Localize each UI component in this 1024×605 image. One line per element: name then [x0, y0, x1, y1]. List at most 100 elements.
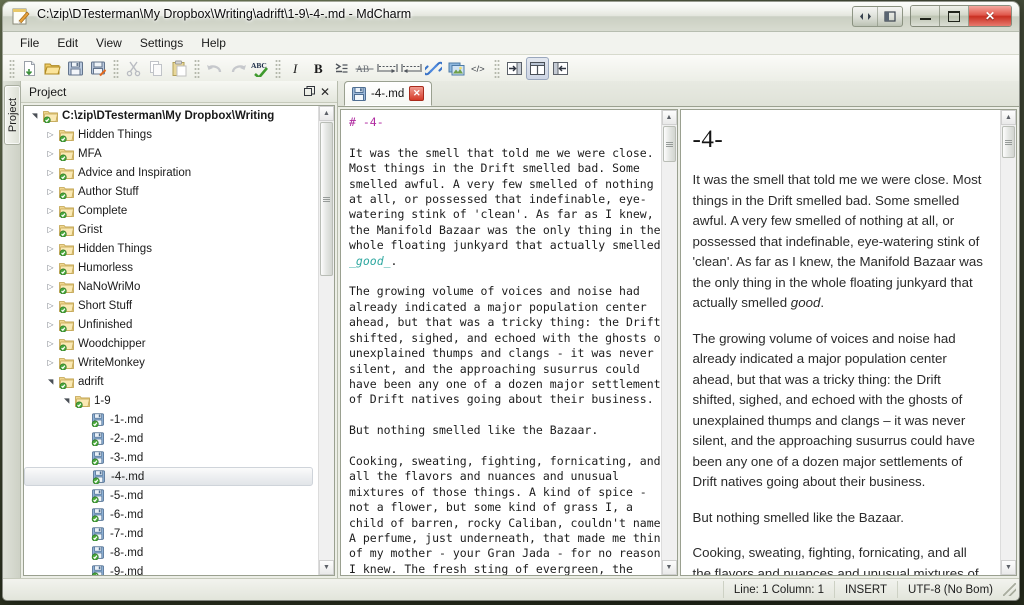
tree-folder-row[interactable]: ▷ MFA — [24, 144, 319, 163]
toolbar-grip-5[interactable] — [494, 58, 500, 79]
navigate-icon[interactable] — [853, 6, 878, 26]
tree-folder-row[interactable]: ◢ C:\zip\DTesterman\My Dropbox\Writing — [24, 106, 319, 125]
paste-icon[interactable] — [168, 57, 191, 80]
tree-expand-arrow-icon[interactable]: ▷ — [44, 187, 57, 196]
tab-close-icon[interactable]: ✕ — [409, 86, 425, 101]
preview-scroll-down-button[interactable]: ▼ — [1001, 560, 1016, 575]
tree-file-row[interactable]: -2-.md — [24, 429, 319, 448]
copy-icon[interactable] — [145, 57, 168, 80]
source-editor-text[interactable]: # -4- It was the smell that told me we w… — [341, 110, 662, 575]
snap-icon[interactable] — [878, 6, 902, 26]
tree-folder-row[interactable]: ▷ Short Stuff — [24, 296, 319, 315]
editor-line: silent, and the approaching susurrus cou… — [349, 361, 640, 376]
tree-expand-arrow-icon[interactable]: ▷ — [44, 282, 57, 291]
tree-collapse-arrow-icon[interactable]: ◢ — [31, 109, 39, 122]
editor-only-view-icon[interactable] — [503, 57, 526, 80]
menu-edit[interactable]: Edit — [48, 33, 87, 53]
editor-scroll-down-button[interactable]: ▼ — [661, 560, 677, 575]
tree-folder-row[interactable]: ▷ Unfinished — [24, 315, 319, 334]
tree-expand-arrow-icon[interactable]: ▷ — [44, 339, 57, 348]
editor-line: . — [390, 253, 398, 268]
insert-code-icon[interactable]: </> — [468, 57, 491, 80]
tree-file-row[interactable]: -6-.md — [24, 505, 319, 524]
tree-folder-row[interactable]: ▷ Woodchipper — [24, 334, 319, 353]
tree-file-row[interactable]: -1-.md — [24, 410, 319, 429]
float-window-icon[interactable] — [301, 84, 317, 100]
save-as-icon[interactable] — [87, 57, 110, 80]
tree-expand-arrow-icon[interactable]: ▷ — [44, 320, 57, 329]
tree-folder-row[interactable]: ◢ adrift — [24, 372, 319, 391]
tree-folder-row[interactable]: ▷ Grist — [24, 220, 319, 239]
editor-scroll-up-button[interactable]: ▲ — [661, 110, 677, 125]
preview-only-view-icon[interactable] — [549, 57, 572, 80]
editor-scrollbar[interactable]: ▲ ▼ — [660, 110, 677, 575]
italic-icon[interactable]: I — [284, 57, 307, 80]
tree-folder-row[interactable]: ▷ Advice and Inspiration — [24, 163, 319, 182]
new-file-icon[interactable] — [18, 57, 41, 80]
tree-expand-arrow-icon[interactable]: ▷ — [44, 168, 57, 177]
spellcheck-icon[interactable]: ABC — [249, 57, 272, 80]
bold-icon[interactable]: B — [307, 57, 330, 80]
save-icon[interactable] — [64, 57, 87, 80]
indent-icon[interactable] — [399, 57, 422, 80]
tree-folder-row[interactable]: ▷ Humorless — [24, 258, 319, 277]
tree-folder-row[interactable]: ▷ Complete — [24, 201, 319, 220]
tree-expand-arrow-icon[interactable]: ▷ — [44, 225, 57, 234]
tree-expand-arrow-icon[interactable]: ▷ — [44, 263, 57, 272]
tree-file-row[interactable]: -7-.md — [24, 524, 319, 543]
tree-expand-arrow-icon[interactable]: ▷ — [44, 130, 57, 139]
minimize-button[interactable] — [911, 6, 940, 26]
tree-expand-arrow-icon[interactable]: ▷ — [44, 358, 57, 367]
preview-scroll-thumb[interactable] — [1002, 126, 1015, 158]
tree-folder-row[interactable]: ▷ Hidden Things — [24, 125, 319, 144]
preview-scrollbar[interactable]: ▲ ▼ — [1000, 110, 1016, 575]
scroll-up-button[interactable]: ▲ — [319, 106, 334, 121]
tree-file-row[interactable]: -4-.md — [24, 467, 313, 486]
editor-scroll-thumb[interactable] — [662, 126, 676, 162]
toolbar-grip-4[interactable] — [275, 58, 281, 79]
tree-file-row[interactable]: -9-.md — [24, 562, 319, 575]
insert-image-icon[interactable] — [445, 57, 468, 80]
tree-folder-row[interactable]: ▷ Author Stuff — [24, 182, 319, 201]
menu-help[interactable]: Help — [192, 33, 235, 53]
strikethrough-icon[interactable]: AB — [353, 57, 376, 80]
tree-folder-row[interactable]: ▷ NaNoWriMo — [24, 277, 319, 296]
tree-collapse-arrow-icon[interactable]: ◢ — [63, 394, 71, 407]
resize-grip[interactable] — [1003, 583, 1016, 596]
horizontal-rule-icon[interactable] — [376, 57, 399, 80]
tree-expand-arrow-icon[interactable]: ▷ — [44, 244, 57, 253]
close-panel-icon[interactable]: ✕ — [317, 84, 333, 100]
insert-link-icon[interactable] — [422, 57, 445, 80]
tree-folder-row[interactable]: ▷ WriteMonkey — [24, 353, 319, 372]
close-button[interactable]: ✕ — [969, 6, 1011, 26]
tree-file-row[interactable]: -8-.md — [24, 543, 319, 562]
redo-icon[interactable] — [226, 57, 249, 80]
toolbar-grip[interactable] — [9, 58, 15, 79]
tree-expand-arrow-icon[interactable]: ▷ — [44, 149, 57, 158]
preview-scroll-up-button[interactable]: ▲ — [1001, 110, 1016, 125]
toolbar-grip-3[interactable] — [194, 58, 200, 79]
tree-expand-arrow-icon[interactable]: ▷ — [44, 301, 57, 310]
tab-file-4-md[interactable]: -4-.md ✕ — [344, 81, 433, 106]
tree-folder-row[interactable]: ◢ 1-9 — [24, 391, 319, 410]
dock-tab-project[interactable]: Project — [4, 85, 21, 145]
scroll-down-button[interactable]: ▼ — [319, 560, 334, 575]
scroll-thumb[interactable] — [320, 122, 333, 276]
open-folder-icon[interactable] — [41, 57, 64, 80]
tree-folder-row[interactable]: ▷ Hidden Things — [24, 239, 319, 258]
menu-file[interactable]: File — [11, 33, 48, 53]
undo-icon[interactable] — [203, 57, 226, 80]
split-view-icon[interactable] — [526, 57, 549, 80]
toolbar-grip-2[interactable] — [113, 58, 119, 79]
tree-file-row[interactable]: -5-.md — [24, 486, 319, 505]
cut-icon[interactable] — [122, 57, 145, 80]
blockquote-icon[interactable] — [330, 57, 353, 80]
markdown-file-icon — [89, 431, 107, 446]
tree-expand-arrow-icon[interactable]: ▷ — [44, 206, 57, 215]
tree-file-row[interactable]: -3-.md — [24, 448, 319, 467]
menu-settings[interactable]: Settings — [131, 33, 192, 53]
tree-collapse-arrow-icon[interactable]: ◢ — [47, 375, 55, 388]
project-tree-scrollbar[interactable]: ▲ ▼ — [318, 106, 334, 575]
menu-view[interactable]: View — [87, 33, 131, 53]
maximize-button[interactable] — [940, 6, 969, 26]
